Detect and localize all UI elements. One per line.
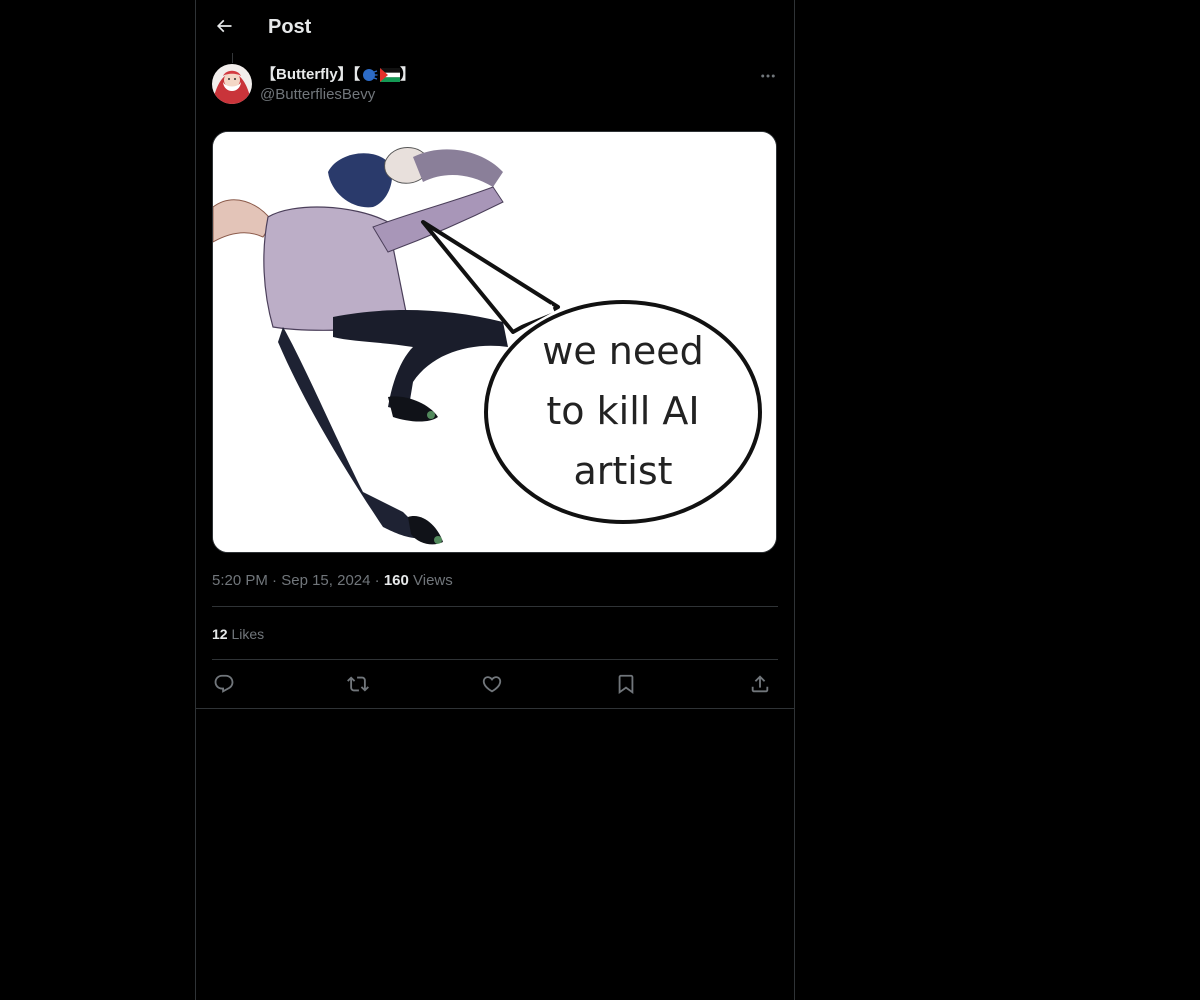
views-label: Views [413, 572, 453, 589]
post-bottom-border [196, 708, 794, 709]
post-column: Post 【Butterfly】【 】 @ButterfliesBevy we … [195, 0, 795, 1000]
repost-icon [347, 673, 369, 695]
share-icon [749, 673, 771, 695]
speech-bubble-line-1: we need [542, 329, 704, 373]
post-metadata: 5:20 PM · Sep 15, 2024 · 160 Views [212, 571, 453, 591]
bookmark-icon [615, 673, 637, 695]
post-image[interactable]: we need to kill AI artist [212, 131, 777, 553]
page-title: Post [268, 16, 312, 38]
reply-icon [213, 673, 235, 695]
more-dots-icon [759, 67, 777, 85]
avatar[interactable] [212, 64, 252, 104]
palestine-flag-emoji-icon [380, 68, 401, 83]
meta-separator: · [374, 572, 380, 589]
speech-bubble-line-2: to kill AI [546, 389, 699, 433]
reply-button[interactable] [212, 672, 236, 696]
author-handle[interactable]: @ButterfliesBevy [260, 85, 375, 105]
divider [212, 606, 778, 607]
post-time[interactable]: 5:20 PM [212, 572, 268, 589]
back-button[interactable] [208, 10, 240, 42]
top-bar: Post [196, 0, 794, 53]
author-name-text: 【Butterfly】【 [261, 66, 361, 83]
repost-button[interactable] [346, 672, 370, 696]
post-date[interactable]: Sep 15, 2024 [281, 572, 370, 589]
heart-icon [481, 673, 503, 695]
more-options-button[interactable] [756, 64, 780, 88]
meta-separator: · [272, 572, 278, 589]
divider [212, 659, 778, 660]
share-button[interactable] [748, 672, 772, 696]
author-name-suffix: 】 [400, 66, 416, 83]
likes-link[interactable]: 12 Likes [212, 624, 264, 644]
action-bar [212, 661, 778, 707]
speaking-head-emoji-icon [362, 67, 378, 83]
author-display-name[interactable]: 【Butterfly】【 】 [261, 64, 415, 86]
bookmark-button[interactable] [614, 672, 638, 696]
like-button[interactable] [480, 672, 504, 696]
speech-bubble-line-3: artist [573, 449, 672, 493]
likes-label: Likes [231, 626, 265, 642]
arrow-left-icon [214, 16, 234, 36]
likes-count: 12 [212, 626, 228, 642]
views-count: 160 [383, 572, 409, 589]
thread-connector-line [232, 53, 233, 63]
